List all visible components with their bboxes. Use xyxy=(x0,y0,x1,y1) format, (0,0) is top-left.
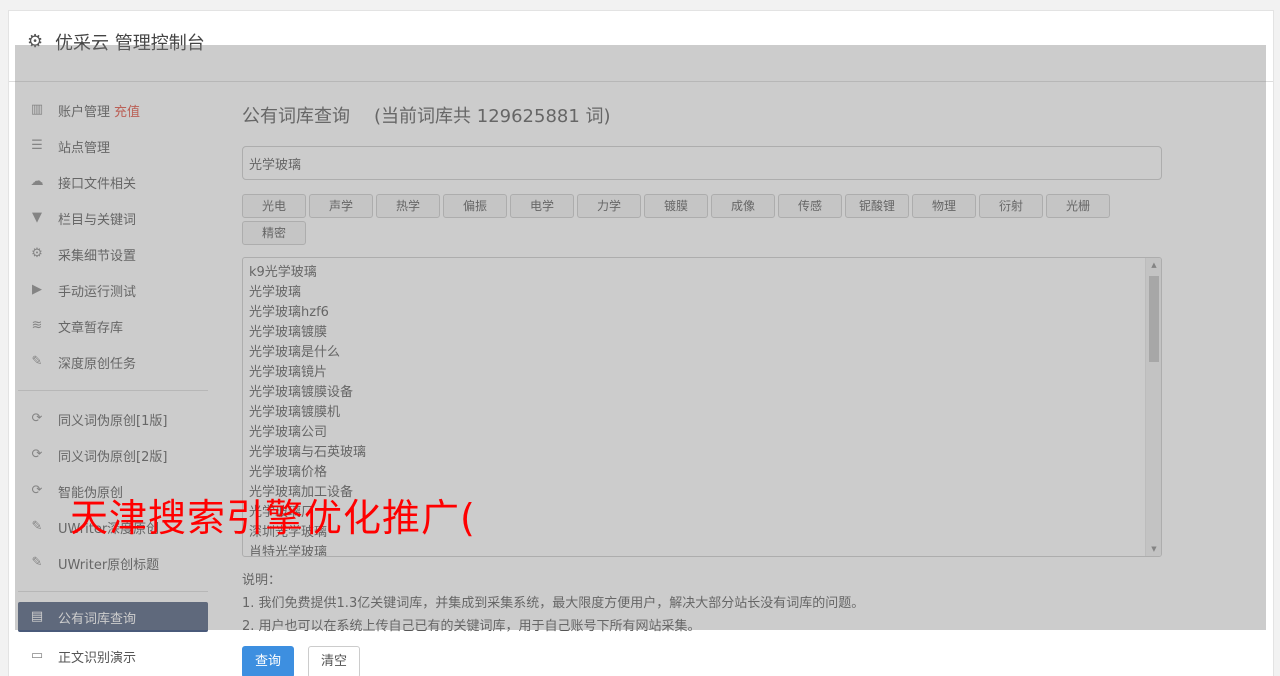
tag-button[interactable]: 声学 xyxy=(309,194,373,218)
notes-heading: 说明： xyxy=(242,573,282,588)
tag-button[interactable]: 光电 xyxy=(242,194,306,218)
gears-icon: ⚙ xyxy=(31,246,43,261)
result-item[interactable]: 光学玻璃镀膜 xyxy=(249,323,1155,343)
page-heading: 公有词库查询 (当前词库共 129625881 词) xyxy=(242,102,1162,128)
result-item[interactable]: 肖特光学玻璃 xyxy=(249,543,1155,556)
scroll-down-icon[interactable]: ▼ xyxy=(1146,542,1161,556)
sidebar-item-label: 站点管理 xyxy=(58,140,111,156)
notes-line-2: 2. 用户也可以在系统上传自己已有的关键词库，用于自己账号下所有网站采集。 xyxy=(242,619,701,634)
cloud-upload-icon: ☁ xyxy=(30,174,44,189)
result-item[interactable]: 光学玻璃镀膜设备 xyxy=(249,383,1155,403)
top-bar: ⚙ 优采云 管理控制台 xyxy=(9,11,1273,82)
result-item[interactable]: 光学玻璃与石英玻璃 xyxy=(249,443,1155,463)
monitor-icon: ▭ xyxy=(30,648,44,663)
scroll-up-icon[interactable]: ▲ xyxy=(1146,258,1161,272)
sidebar-item-label: 手动运行测试 xyxy=(58,284,137,300)
tag-button[interactable]: 衍射 xyxy=(979,194,1043,218)
play-icon: ▶ xyxy=(32,282,42,297)
watermark-text: 天津搜索引擎优化推广( xyxy=(70,496,476,540)
edit-icon: ✎ xyxy=(31,555,43,570)
sidebar-item[interactable]: ⚙ 采集细节设置 xyxy=(18,236,208,272)
sidebar-item-label: 采集细节设置 xyxy=(58,248,137,264)
result-item[interactable]: 光学玻璃价格 xyxy=(249,463,1155,483)
refresh-icon: ⟳ xyxy=(31,411,43,426)
tag-button[interactable]: 镀膜 xyxy=(644,194,708,218)
sidebar-divider xyxy=(18,591,208,592)
notes: 说明： 1. 我们免费提供1.3亿关键词库，并集成到采集系统，最大限度方便用户，… xyxy=(242,569,1162,638)
tag-button[interactable]: 热学 xyxy=(376,194,440,218)
word-count: (当前词库共 129625881 词) xyxy=(374,106,611,127)
scroll-thumb[interactable] xyxy=(1149,276,1159,362)
edit-icon: ✎ xyxy=(31,519,43,534)
sidebar-item[interactable]: ⟳ 同义词伪原创[2版] xyxy=(18,437,208,473)
sidebar-item-label: 同义词伪原创[1版] xyxy=(58,413,168,429)
tag-button[interactable]: 精密 xyxy=(242,221,306,245)
tag-button[interactable]: 物理 xyxy=(912,194,976,218)
result-item[interactable]: 光学玻璃是什么 xyxy=(249,343,1155,363)
filter-icon: ▼ xyxy=(32,210,42,225)
sidebar-item-label: 栏目与关键词 xyxy=(58,212,137,228)
sidebar-item-label: 深度原创任务 xyxy=(58,356,137,372)
tag-button[interactable]: 力学 xyxy=(577,194,641,218)
refresh-icon: ⟳ xyxy=(31,447,43,462)
sidebar-item[interactable]: ✎ UWriter原创标题 xyxy=(18,545,208,581)
tag-button[interactable]: 光栅 xyxy=(1046,194,1110,218)
refresh-icon: ⟳ xyxy=(31,483,43,498)
tag-button[interactable]: 电学 xyxy=(510,194,574,218)
tag-list: 光电 声学 热学 偏振 电学 力学 镀膜 成像 传感 铌酸锂 物理 衍射 光栅精密 xyxy=(242,194,1122,245)
result-item[interactable]: 光学玻璃 xyxy=(249,283,1155,303)
sidebar-item[interactable]: ⟳ 同义词伪原创[1版] xyxy=(18,401,208,437)
result-item[interactable]: 光学玻璃hzf6 xyxy=(249,303,1155,323)
tag-button[interactable]: 传感 xyxy=(778,194,842,218)
sidebar-item[interactable]: ▶ 手动运行测试 xyxy=(18,272,208,308)
bar-chart-icon: ▥ xyxy=(30,102,44,117)
result-item[interactable]: 光学玻璃公司 xyxy=(249,423,1155,443)
brand: ⚙ 优采云 管理控制台 xyxy=(27,29,205,55)
sidebar-item-label: 账户管理 xyxy=(58,104,111,120)
edit-icon: ✎ xyxy=(31,354,43,369)
sidebar-item[interactable]: ▤ 公有词库查询 xyxy=(18,602,208,632)
main-panel: 公有词库查询 (当前词库共 129625881 词) 光学玻璃 光电 声学 热学 偏振… xyxy=(242,102,1162,638)
query-button[interactable]: 查询 xyxy=(242,646,295,676)
notes-line-1: 1. 我们免费提供1.3亿关键词库，并集成到采集系统，最大限度方便用户，解决大部… xyxy=(242,596,865,611)
keyword-search-input[interactable]: 光学玻璃 xyxy=(242,146,1162,180)
database-icon: ≋ xyxy=(31,318,43,333)
tag-button[interactable]: 成像 xyxy=(711,194,775,218)
result-item[interactable]: k9光学玻璃 xyxy=(249,263,1155,283)
server-icon: ☰ xyxy=(31,138,43,153)
sidebar-item[interactable]: ▥ 账户管理 充值 xyxy=(18,92,208,128)
book-icon: ▤ xyxy=(30,609,44,624)
sidebar-item[interactable]: ✎ 深度原创任务 xyxy=(18,344,208,380)
action-bar: 查询 清空 xyxy=(242,646,361,676)
app-title: 优采云 管理控制台 xyxy=(55,33,205,54)
sidebar-item-label: 接口文件相关 xyxy=(58,176,137,192)
result-item[interactable]: 光学玻璃镜片 xyxy=(249,363,1155,383)
clear-button[interactable]: 清空 xyxy=(308,646,361,676)
page-title: 公有词库查询 xyxy=(242,106,350,127)
tag-button[interactable]: 偏振 xyxy=(443,194,507,218)
tag-button[interactable]: 铌酸锂 xyxy=(845,194,909,218)
sidebar-divider xyxy=(18,390,208,391)
results-scrollbar[interactable]: ▲ ▼ xyxy=(1145,258,1161,556)
sidebar-item[interactable]: ☁ 接口文件相关 xyxy=(18,164,208,200)
sidebar-item[interactable]: ≋ 文章暂存库 xyxy=(18,308,208,344)
sidebar-item[interactable]: ▭ 正文识别演示 xyxy=(18,638,208,674)
gear-icon: ⚙ xyxy=(27,31,44,52)
sidebar-item[interactable]: ▼ 栏目与关键词 xyxy=(18,200,208,236)
sidebar-item-label: 文章暂存库 xyxy=(58,320,124,336)
sidebar-item-label: 正文识别演示 xyxy=(58,650,137,666)
sidebar-item-label: UWriter原创标题 xyxy=(58,557,160,573)
sidebar: ▥ 账户管理 充值 ☰ 站点管理 ☁ 接口文件相关 ▼ 栏目与关键词 ⚙ 采集细节设置 ▶ 手动运行测试… xyxy=(18,92,208,674)
sidebar-item-label: 公有词库查询 xyxy=(58,611,137,627)
result-item[interactable]: 光学玻璃镀膜机 xyxy=(249,403,1155,423)
sidebar-item-label: 同义词伪原创[2版] xyxy=(58,449,168,465)
sidebar-item[interactable]: ☰ 站点管理 xyxy=(18,128,208,164)
recharge-link[interactable]: 充值 xyxy=(114,101,140,120)
